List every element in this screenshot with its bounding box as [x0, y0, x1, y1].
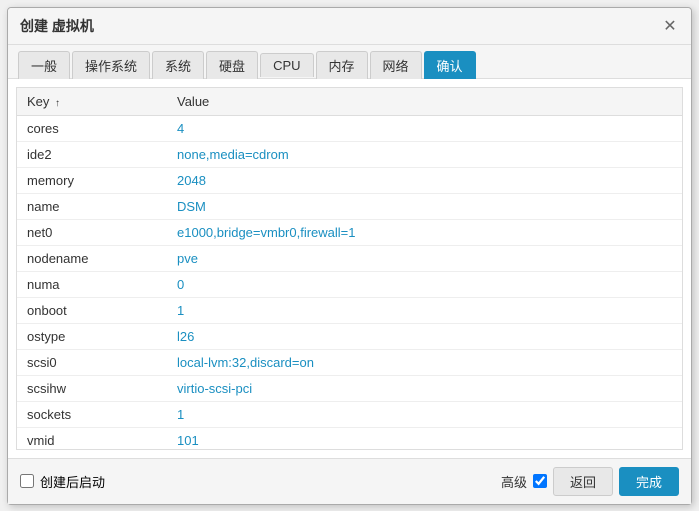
row-value: 2048	[167, 167, 682, 193]
tab-内存[interactable]: 内存	[316, 51, 368, 79]
tab-硬盘[interactable]: 硬盘	[206, 51, 258, 79]
sort-arrow-icon: ↑	[55, 98, 60, 109]
row-value: 1	[167, 401, 682, 427]
row-key: vmid	[17, 427, 167, 450]
table-row: cores4	[17, 115, 682, 141]
key-column-header: Key ↑	[17, 88, 167, 116]
row-value: e1000,bridge=vmbr0,firewall=1	[167, 219, 682, 245]
row-key: sockets	[17, 401, 167, 427]
close-button[interactable]: ✕	[661, 17, 679, 35]
tab-bar: 一般操作系统系统硬盘CPU内存网络确认	[8, 45, 691, 79]
table-row: sockets1	[17, 401, 682, 427]
auto-start-checkbox[interactable]	[20, 474, 34, 488]
summary-table-container[interactable]: Key ↑ Value cores4ide2none,media=cdromme…	[16, 87, 683, 450]
finish-button[interactable]: 完成	[619, 467, 679, 496]
row-value: local-lvm:32,discard=on	[167, 349, 682, 375]
title-bar: 创建 虚拟机 ✕	[8, 8, 691, 45]
table-row: nodenamepve	[17, 245, 682, 271]
table-row: ide2none,media=cdrom	[17, 141, 682, 167]
row-value: 101	[167, 427, 682, 450]
table-header-row: Key ↑ Value	[17, 88, 682, 116]
table-row: vmid101	[17, 427, 682, 450]
table-row: ostypel26	[17, 323, 682, 349]
row-key: onboot	[17, 297, 167, 323]
advanced-label: 高级	[501, 472, 527, 491]
table-row: scsi0local-lvm:32,discard=on	[17, 349, 682, 375]
row-value: pve	[167, 245, 682, 271]
table-row: net0e1000,bridge=vmbr0,firewall=1	[17, 219, 682, 245]
row-key: nodename	[17, 245, 167, 271]
tab-一般[interactable]: 一般	[18, 51, 70, 79]
main-content: Key ↑ Value cores4ide2none,media=cdromme…	[8, 79, 691, 458]
footer-right: 高级 返回 完成	[501, 467, 679, 496]
close-icon: ✕	[663, 16, 676, 36]
tab-系统[interactable]: 系统	[152, 51, 204, 79]
dialog-title: 创建 虚拟机	[20, 16, 94, 36]
row-key: memory	[17, 167, 167, 193]
row-key: numa	[17, 271, 167, 297]
value-column-header: Value	[167, 88, 682, 116]
row-value: 1	[167, 297, 682, 323]
row-key: ide2	[17, 141, 167, 167]
tab-操作系统[interactable]: 操作系统	[72, 51, 150, 79]
row-key: name	[17, 193, 167, 219]
table-row: onboot1	[17, 297, 682, 323]
tab-CPU[interactable]: CPU	[260, 53, 313, 77]
row-value: DSM	[167, 193, 682, 219]
tab-确认[interactable]: 确认	[424, 51, 476, 79]
auto-start-label: 创建后启动	[40, 472, 105, 491]
tab-网络[interactable]: 网络	[370, 51, 422, 79]
table-row: scsihwvirtio-scsi-pci	[17, 375, 682, 401]
row-key: scsihw	[17, 375, 167, 401]
table-row: numa0	[17, 271, 682, 297]
row-value: 4	[167, 115, 682, 141]
table-row: nameDSM	[17, 193, 682, 219]
row-value: 0	[167, 271, 682, 297]
row-value: none,media=cdrom	[167, 141, 682, 167]
table-row: memory2048	[17, 167, 682, 193]
footer-left: 创建后启动	[20, 472, 105, 491]
row-key: ostype	[17, 323, 167, 349]
back-button[interactable]: 返回	[553, 467, 613, 496]
advanced-checkbox[interactable]	[533, 474, 547, 488]
row-value: l26	[167, 323, 682, 349]
summary-table: Key ↑ Value cores4ide2none,media=cdromme…	[17, 88, 682, 450]
row-key: cores	[17, 115, 167, 141]
row-key: scsi0	[17, 349, 167, 375]
footer: 创建后启动 高级 返回 完成	[8, 458, 691, 504]
create-vm-dialog: 创建 虚拟机 ✕ 一般操作系统系统硬盘CPU内存网络确认 Key ↑ Value	[7, 7, 692, 505]
row-value: virtio-scsi-pci	[167, 375, 682, 401]
row-key: net0	[17, 219, 167, 245]
